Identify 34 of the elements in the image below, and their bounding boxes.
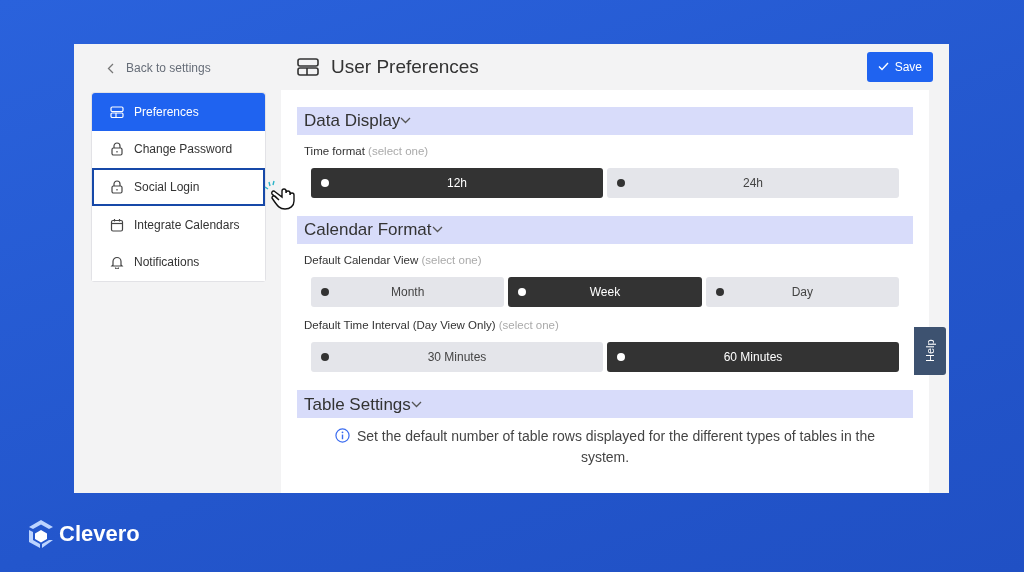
sidebar-item[interactable]: Preferences <box>92 93 265 131</box>
layout-icon <box>297 57 319 76</box>
option-button[interactable]: Week <box>508 277 702 308</box>
option-button[interactable]: 60 Minutes <box>607 342 899 373</box>
option-button[interactable]: Month <box>311 277 505 308</box>
chevron-down-icon <box>400 117 412 125</box>
checkmark-icon <box>877 62 889 72</box>
bell-icon <box>110 255 124 270</box>
chevron-down-icon <box>431 226 443 234</box>
section-header[interactable]: Table Settings <box>297 390 913 419</box>
option-button[interactable]: 30 Minutes <box>311 342 603 373</box>
section-header[interactable]: Calendar Format <box>297 215 913 244</box>
cube-logo-icon <box>27 518 55 549</box>
save-button[interactable]: Save <box>866 51 933 82</box>
back-link[interactable]: Back to settings <box>91 44 266 92</box>
field-label: Default Time Interval (Day View Only) (select one) <box>304 318 560 334</box>
chevron-down-icon <box>410 400 422 408</box>
info-text: Set the default number of table rows displayed for the different types of tables in the system. <box>356 428 876 465</box>
section-header[interactable]: Data Display <box>297 106 913 135</box>
chevron-left-icon <box>107 62 114 74</box>
field-label: Time format (select one) <box>304 143 430 159</box>
option-button[interactable]: Day <box>705 277 899 308</box>
field-label: Default Calendar View (select one) <box>304 252 483 268</box>
info-icon <box>334 428 350 444</box>
option-button[interactable]: 24h <box>607 167 899 198</box>
brand-name: Clevero <box>59 520 140 548</box>
sidebar-item[interactable]: Social Login <box>92 168 265 206</box>
page-title: User Preferences <box>331 54 479 79</box>
option-button[interactable]: 12h <box>311 167 603 198</box>
lock-icon <box>110 142 124 157</box>
calendar-icon <box>110 217 124 232</box>
layout-icon <box>110 104 124 119</box>
help-tab[interactable]: Help <box>914 327 946 375</box>
lock-icon <box>110 180 124 194</box>
